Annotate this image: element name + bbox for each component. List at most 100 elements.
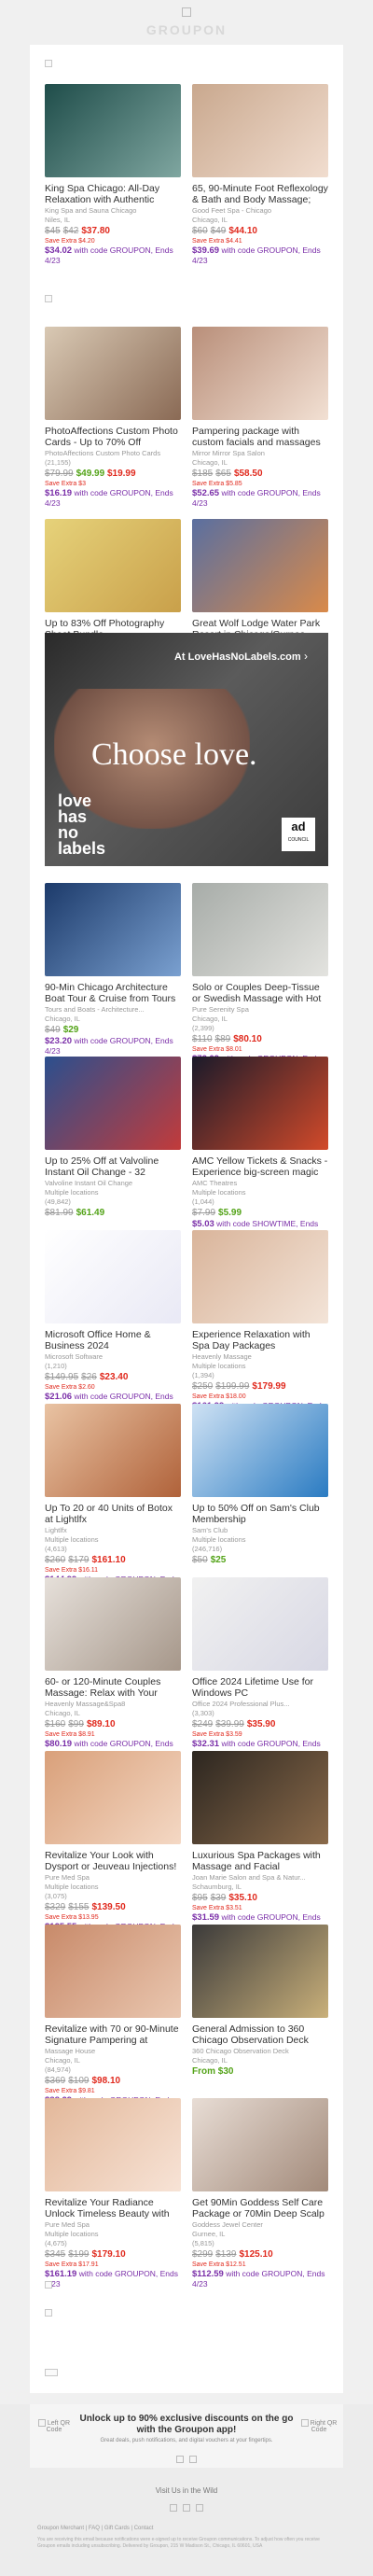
deal-image[interactable] [45, 1577, 181, 1671]
social-icons[interactable] [0, 2499, 373, 2516]
footer-links[interactable]: Groupon Merchant | FAQ | Gift Cards | Co… [37, 2526, 153, 2531]
app-promo-headline: Unlock up to 90% exclusive discounts on … [79, 2414, 294, 2435]
deal-code-price: $16.19 with code GROUPON, Ends 4/23 [45, 488, 173, 508]
deal-discount-price: $199.99 [215, 1381, 250, 1392]
deal-card[interactable]: AMC Yellow Tickets & Snacks - Experience… [192, 1057, 328, 1239]
deal-price: $29 [62, 1025, 79, 1035]
deal-card[interactable]: Up to 25% Off at Valvoline Instant Oil C… [45, 1057, 181, 1230]
deal-title[interactable]: Experience Relaxation with Spa Day Packa… [192, 1329, 328, 1351]
deal-image[interactable] [192, 84, 328, 177]
deal-card[interactable]: Revitalize with 70 or 90-Minute Signatur… [45, 1925, 181, 2115]
deal-card[interactable]: King Spa Chicago: All-Day Relaxation wit… [45, 84, 181, 280]
deal-discount-price: $155 [68, 1902, 90, 1912]
app-store-badges[interactable] [30, 2451, 343, 2468]
deal-card[interactable]: Microsoft Office Home & Business 2024 Mi… [45, 1230, 181, 1411]
deal-price: $179.99 [252, 1381, 286, 1392]
deal-card[interactable]: Luxurious Spa Packages with Massage and … [192, 1751, 328, 1932]
play-store-icon[interactable] [189, 2456, 197, 2463]
app-store-icon[interactable] [176, 2456, 184, 2463]
deal-image[interactable] [45, 1057, 181, 1150]
deal-save-extra: Save Extra $8.01 [192, 1046, 242, 1053]
deal-price: $98.10 [91, 2076, 121, 2086]
deal-title[interactable]: Up to 25% Off at Valvoline Instant Oil C… [45, 1155, 181, 1178]
deal-title[interactable]: AMC Yellow Tickets & Snacks - Experience… [192, 1155, 328, 1178]
deal-title[interactable]: 90-Min Chicago Architecture Boat Tour & … [45, 982, 181, 1004]
deal-title[interactable]: General Admission to 360 Chicago Observa… [192, 2023, 328, 2046]
deal-image[interactable] [192, 1577, 328, 1671]
deal-location: Schaumburg, IL [192, 1883, 242, 1891]
deal-price: $58.50 [233, 469, 263, 479]
deal-card[interactable]: Pampering package with custom facials an… [192, 327, 328, 519]
deal-card[interactable]: Revitalize Your Look with Dysport or Jeu… [45, 1751, 181, 1941]
deal-card[interactable]: Revitalize Your Radiance Unlock Timeless… [45, 2098, 181, 2289]
deal-image[interactable] [192, 1230, 328, 1323]
deal-card[interactable]: Office 2024 Lifetime Use for Windows PC … [192, 1577, 328, 1758]
deal-list-price: $49.99 [76, 469, 105, 479]
deal-title[interactable]: Office 2024 Lifetime Use for Windows PC [192, 1676, 328, 1699]
right-qr-code[interactable]: Right QR Code [300, 2419, 338, 2433]
deal-image[interactable] [45, 1751, 181, 1844]
deal-image[interactable] [192, 519, 328, 612]
deal-card[interactable]: Up to 50% Off on Sam's Club Membership S… [192, 1404, 328, 1577]
deal-code-price: $34.02 with code GROUPON, Ends 4/23 [45, 245, 173, 265]
deal-title[interactable]: Microsoft Office Home & Business 2024 [45, 1329, 181, 1351]
instagram-icon[interactable] [183, 2504, 190, 2512]
deal-image[interactable] [192, 2098, 328, 2191]
deal-card[interactable]: Get 90Min Goddess Self Care Package or 7… [192, 2098, 328, 2289]
deal-image[interactable] [192, 1404, 328, 1497]
deal-image[interactable] [45, 883, 181, 976]
deal-title[interactable]: Solo or Couples Deep-Tissue or Swedish M… [192, 982, 328, 1004]
deal-image[interactable] [45, 327, 181, 420]
deal-title[interactable]: 60- or 120-Minute Couples Massage: Relax… [45, 1676, 181, 1699]
deal-location: Multiple locations [192, 1362, 246, 1370]
deal-card[interactable]: General Admission to 360 Chicago Observa… [192, 1925, 328, 2098]
deal-image[interactable] [192, 1751, 328, 1844]
deal-image[interactable] [45, 1230, 181, 1323]
deal-merchant: Office 2024 Professional Plus... [192, 1700, 290, 1708]
deal-card[interactable]: 90-Min Chicago Architecture Boat Tour & … [45, 883, 181, 1057]
deal-image[interactable] [45, 84, 181, 177]
deal-title[interactable]: Pampering package with custom facials an… [192, 426, 328, 448]
deal-card[interactable]: 65, 90-Minute Foot Reflexology & Bath an… [192, 84, 328, 280]
deal-original-price: $110 [192, 1034, 213, 1044]
deal-card[interactable]: 60- or 120-Minute Couples Massage: Relax… [45, 1577, 181, 1758]
deal-card[interactable]: Solo or Couples Deep-Tissue or Swedish M… [192, 883, 328, 1073]
deal-card[interactable]: Up To 20 or 40 Units of Botox at Lightlf… [45, 1404, 181, 1594]
deal-title[interactable]: Up to 50% Off on Sam's Club Membership [192, 1503, 328, 1525]
ad-banner[interactable]: At LoveHasNoLabels.com › Choose love. lo… [45, 633, 328, 866]
deal-image[interactable] [45, 1925, 181, 2018]
deal-original-price: $79.99 [45, 469, 74, 479]
deal-card[interactable]: PhotoAffections Custom Photo Cards - Up … [45, 327, 181, 519]
deal-image[interactable] [45, 519, 181, 612]
deal-merchant: Heavenly Massage [192, 1352, 252, 1361]
deal-card[interactable]: Experience Relaxation with Spa Day Packa… [192, 1230, 328, 1421]
broken-image-icon [45, 295, 52, 302]
deal-image[interactable] [192, 883, 328, 976]
deal-location: Multiple locations [45, 1883, 99, 1891]
deal-code-price: $52.65 with code GROUPON, Ends 4/23 [192, 488, 321, 508]
deal-image[interactable] [192, 1925, 328, 2018]
header-logo[interactable]: GROUPON [0, 6, 373, 37]
deal-title[interactable]: Revitalize Your Radiance Unlock Timeless… [45, 2197, 181, 2219]
deal-title[interactable]: Revitalize Your Look with Dysport or Jeu… [45, 1850, 181, 1872]
broken-image-icon [45, 2369, 58, 2376]
deal-title[interactable]: PhotoAffections Custom Photo Cards - Up … [45, 426, 181, 448]
deal-image[interactable] [192, 1057, 328, 1150]
deal-image[interactable] [45, 1404, 181, 1497]
deal-image[interactable] [192, 327, 328, 420]
deal-location: Chicago, IL [45, 1709, 80, 1717]
deal-merchant: Valvoline Instant Oil Change [45, 1179, 133, 1187]
twitter-icon[interactable] [196, 2504, 203, 2512]
deal-discount-price: $26 [81, 1372, 97, 1382]
deal-title[interactable]: Revitalize with 70 or 90-Minute Signatur… [45, 2023, 181, 2046]
facebook-icon[interactable] [170, 2504, 177, 2512]
deal-image[interactable] [45, 2098, 181, 2191]
deal-title[interactable]: 65, 90-Minute Foot Reflexology & Bath an… [192, 183, 328, 205]
deal-title[interactable]: Luxurious Spa Packages with Massage and … [192, 1850, 328, 1872]
deal-title[interactable]: King Spa Chicago: All-Day Relaxation wit… [45, 183, 181, 205]
deal-discount-price: $65 [215, 469, 231, 479]
deal-location: Chicago, IL [192, 458, 228, 467]
deal-title[interactable]: Get 90Min Goddess Self Care Package or 7… [192, 2197, 328, 2219]
deal-rating: (3,075) [45, 1892, 67, 1900]
deal-title[interactable]: Up To 20 or 40 Units of Botox at Lightlf… [45, 1503, 181, 1525]
